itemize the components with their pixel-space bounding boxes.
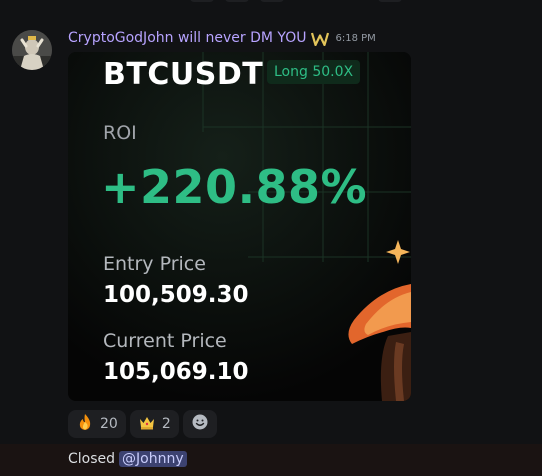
- add-reaction-icon: [191, 413, 209, 435]
- reaction-chip-above[interactable]: [260, 0, 284, 2]
- reaction-chip-above[interactable]: [378, 0, 402, 2]
- reaction-chip-above[interactable]: [190, 0, 214, 2]
- timestamp: 6:18 PM: [335, 32, 376, 44]
- entry-price-label: Entry Price: [103, 253, 206, 275]
- avatar-image: [12, 30, 52, 70]
- current-price-label: Current Price: [103, 330, 227, 352]
- pnl-card-image[interactable]: BTCUSDT Long 50.0X ROI +220.88% Entry Pr…: [68, 52, 411, 401]
- reaction-chip-above[interactable]: [225, 0, 249, 2]
- next-message: Closed @Johnny: [0, 444, 542, 476]
- reaction-count: 2: [161, 416, 171, 432]
- position-badge: Long 50.0X: [267, 60, 361, 84]
- trading-pair: BTCUSDT: [103, 57, 264, 92]
- message-text: Closed: [68, 451, 116, 467]
- reaction-crown[interactable]: 2: [129, 410, 179, 438]
- reaction-count: 20: [100, 416, 118, 432]
- crown-emoji: [138, 413, 156, 435]
- user-mention[interactable]: @Johnny: [119, 451, 187, 467]
- w-logo-icon: [311, 31, 330, 47]
- roi-label: ROI: [103, 122, 137, 144]
- user-avatar[interactable]: [12, 30, 52, 70]
- next-message-text: Closed @Johnny: [68, 451, 187, 467]
- username[interactable]: CryptoGodJohn will never DM YOU: [68, 30, 306, 46]
- mascot-illustration: [348, 240, 411, 401]
- reactions-bar: 20 2: [68, 410, 217, 438]
- top-strip: [0, 0, 542, 6]
- current-price-value: 105,069.10: [103, 359, 249, 385]
- message-header: CryptoGodJohn will never DM YOU 6:18 PM: [68, 29, 376, 47]
- roi-value: +220.88%: [101, 160, 368, 214]
- fire-emoji: [76, 413, 94, 435]
- entry-price-value: 100,509.30: [103, 282, 249, 308]
- reaction-fire[interactable]: 20: [68, 410, 126, 438]
- add-reaction-button[interactable]: [182, 410, 217, 438]
